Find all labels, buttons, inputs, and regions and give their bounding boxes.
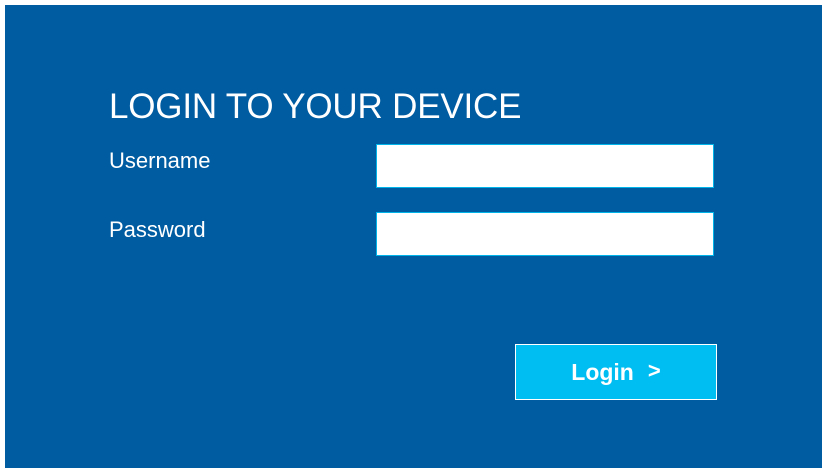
login-button-label: Login [571, 358, 634, 385]
password-input[interactable] [376, 212, 714, 256]
username-label: Username [109, 148, 211, 173]
password-label: Password [109, 217, 206, 242]
username-input[interactable] [376, 144, 714, 188]
login-panel: LOGIN TO YOUR DEVICE Username Password L… [5, 5, 822, 468]
login-button[interactable]: Login > [515, 344, 717, 400]
chevron-right-icon: > [647, 358, 661, 383]
page-title: LOGIN TO YOUR DEVICE [109, 87, 522, 126]
